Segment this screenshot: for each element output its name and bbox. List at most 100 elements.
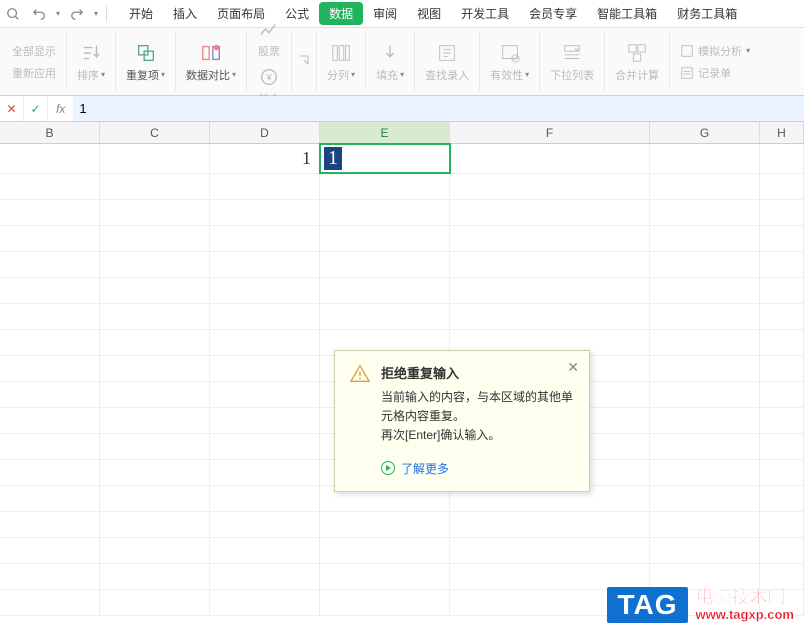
group-dialog (292, 32, 317, 91)
consolidate-button[interactable]: 合并计算 (611, 39, 663, 85)
fx-label[interactable]: fx (48, 102, 73, 116)
fill-icon (378, 41, 402, 65)
compare-icon (199, 41, 223, 65)
redo-icon[interactable] (68, 5, 86, 23)
cell-e1-editing[interactable]: 1 (320, 144, 450, 173)
tooltip-line1: 当前输入的内容，与本区域的其他单元格内容重复。 (381, 388, 575, 426)
search-icon[interactable] (4, 5, 22, 23)
quick-access-and-tabs: ▾ ▾ 开始 插入 页面布局 公式 数据 审阅 视图 开发工具 会员专享 智能工… (0, 0, 804, 28)
separator (106, 6, 107, 22)
formula-confirm-button[interactable]: ✓ (24, 96, 48, 121)
learn-more-label: 了解更多 (401, 460, 449, 477)
row-2 (0, 174, 804, 200)
formula-bar: ✕ ✓ fx (0, 96, 804, 122)
split-button[interactable]: 分列▾ (323, 39, 359, 85)
dropdown-list-button[interactable]: 下拉列表 (546, 39, 598, 85)
validity-icon (498, 41, 522, 65)
spreadsheet-grid[interactable]: 1 1 ✕ 拒绝重复输入 当前输入的内容，与本区域的其他单元格内容重复。 再次[… (0, 144, 804, 616)
menu-tabs: 开始 插入 页面布局 公式 数据 审阅 视图 开发工具 会员专享 智能工具箱 财… (115, 1, 747, 26)
split-icon (329, 41, 353, 65)
data-compare-button[interactable]: 数据对比▾ (182, 39, 240, 85)
duplicate-icon (134, 41, 158, 65)
dropdown-list-icon (560, 41, 584, 65)
formula-cancel-button[interactable]: ✕ (0, 96, 24, 121)
group-fill: 填充▾ (366, 32, 415, 91)
row-1: 1 1 (0, 144, 804, 174)
cell-c1[interactable] (100, 144, 210, 173)
tab-finance[interactable]: 财务工具箱 (667, 1, 747, 26)
stock-button[interactable]: 股票 (253, 15, 285, 61)
close-icon[interactable]: ✕ (567, 359, 579, 376)
col-header-c[interactable]: C (100, 122, 210, 143)
group-validity: 有效性▾ (480, 32, 540, 91)
watermark-text: 电脑技术网 www.tagxp.com (696, 588, 794, 622)
fill-button[interactable]: 填充▾ (372, 39, 408, 85)
group-filter: 全部显示 重新应用 (2, 32, 67, 91)
dialog-launcher-icon[interactable] (298, 54, 310, 69)
column-headers: B C D E F G H (0, 122, 804, 144)
consolidate-icon (625, 41, 649, 65)
col-header-g[interactable]: G (650, 122, 760, 143)
row-5 (0, 252, 804, 278)
row-15 (0, 512, 804, 538)
duplicate-warning-tooltip: ✕ 拒绝重复输入 当前输入的内容，与本区域的其他单元格内容重复。 再次[Ente… (334, 350, 590, 492)
group-consolidate: 合并计算 (605, 32, 670, 91)
group-sort: 排序▾ (67, 32, 116, 91)
cell-b1[interactable] (0, 144, 100, 173)
tooltip-title: 拒绝重复输入 (381, 363, 575, 382)
cell-g1[interactable] (650, 144, 760, 173)
stock-icon (257, 17, 281, 41)
svg-text:¥: ¥ (266, 72, 273, 82)
tab-data[interactable]: 数据 (319, 2, 363, 25)
reapply-button[interactable]: 重新应用 (8, 63, 60, 83)
group-dropdown-list: 下拉列表 (540, 32, 605, 91)
duplicate-button[interactable]: 重复项▾ (122, 39, 169, 85)
tooltip-body: 当前输入的内容，与本区域的其他单元格内容重复。 再次[Enter]确认输入。 (381, 388, 575, 446)
find-input-icon (435, 41, 459, 65)
fund-icon: ¥ (257, 65, 281, 89)
cell-h1[interactable] (760, 144, 804, 173)
group-duplicate: 重复项▾ (116, 32, 176, 91)
ribbon: 全部显示 重新应用 排序▾ 重复项▾ 数据对比▾ (0, 28, 804, 96)
tooltip-line2: 再次[Enter]确认输入。 (381, 426, 575, 445)
sort-button[interactable]: 排序▾ (73, 39, 109, 85)
watermark-url: www.tagxp.com (696, 608, 794, 622)
tab-smartkit[interactable]: 智能工具箱 (587, 1, 667, 26)
redo-dropdown[interactable]: ▾ (94, 9, 98, 18)
warning-icon (349, 363, 371, 385)
play-icon (381, 461, 395, 475)
watermark-cn: 电脑技术网 (696, 588, 794, 608)
row-6 (0, 278, 804, 304)
watermark: TAG 电脑技术网 www.tagxp.com (607, 587, 794, 623)
find-input-button[interactable]: 查找录入 (421, 39, 473, 85)
col-header-e[interactable]: E (320, 122, 450, 143)
tag-badge: TAG (607, 587, 687, 623)
group-stocks: 股票 ¥ 基金 (247, 32, 292, 91)
show-all-button[interactable]: 全部显示 (8, 41, 60, 61)
learn-more-link[interactable]: 了解更多 (381, 460, 575, 477)
record-form-button[interactable]: 记录单 (676, 63, 754, 83)
row-4 (0, 226, 804, 252)
undo-dropdown[interactable]: ▾ (56, 9, 60, 18)
tab-start[interactable]: 开始 (119, 1, 163, 26)
cell-f1[interactable] (450, 144, 650, 173)
tab-view[interactable]: 视图 (407, 1, 451, 26)
tab-review[interactable]: 审阅 (363, 1, 407, 26)
group-split: 分列▾ (317, 32, 366, 91)
col-header-d[interactable]: D (210, 122, 320, 143)
col-header-b[interactable]: B (0, 122, 100, 143)
formula-input[interactable] (73, 96, 804, 121)
cell-d1[interactable]: 1 (210, 144, 320, 173)
tab-insert[interactable]: 插入 (163, 1, 207, 26)
tab-member[interactable]: 会员专享 (519, 1, 587, 26)
col-header-h[interactable]: H (760, 122, 804, 143)
undo-icon[interactable] (30, 5, 48, 23)
validity-button[interactable]: 有效性▾ (486, 39, 533, 85)
col-header-f[interactable]: F (450, 122, 650, 143)
tab-devtools[interactable]: 开发工具 (451, 1, 519, 26)
sim-analysis-button[interactable]: 模拟分析▾ (676, 41, 754, 61)
group-analysis: 模拟分析▾ 记录单 (670, 32, 760, 91)
group-find-input: 查找录入 (415, 32, 480, 91)
row-3 (0, 200, 804, 226)
cell-e1-value: 1 (324, 147, 342, 170)
